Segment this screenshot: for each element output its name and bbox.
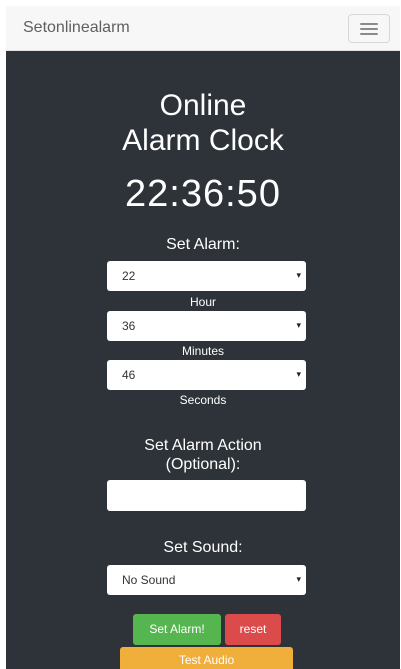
hamburger-menu-icon	[360, 28, 378, 30]
set-alarm-label: Set Alarm:	[166, 236, 240, 253]
hamburger-menu-icon	[360, 23, 378, 25]
chevron-down-icon: ▾	[296, 574, 301, 584]
chevron-down-icon: ▾	[296, 270, 301, 280]
sound-value: No Sound	[122, 573, 176, 587]
alarm-action-label: Set Alarm Action (Optional):	[6, 436, 400, 474]
sound-select[interactable]: No Sound ▾	[107, 565, 306, 595]
chevron-down-icon: ▾	[296, 320, 301, 330]
hour-select[interactable]: 22 ▾	[107, 261, 306, 291]
alarm-action-label-line-1: Set Alarm Action	[144, 437, 262, 454]
navbar: Setonlinealarm	[6, 6, 400, 51]
hour-value: 22	[122, 269, 136, 283]
menu-toggle-button[interactable]	[348, 14, 390, 43]
minutes-value: 36	[122, 319, 136, 333]
alarm-action-input[interactable]	[107, 480, 306, 511]
seconds-value: 46	[122, 368, 136, 382]
seconds-label: Seconds	[179, 393, 227, 407]
hamburger-menu-icon	[360, 33, 378, 35]
brand-link[interactable]: Setonlinealarm	[23, 18, 130, 38]
title-line-1: Online	[159, 89, 247, 122]
title-line-2: Alarm Clock	[122, 124, 284, 157]
alarm-action-label-line-2: (Optional):	[165, 456, 241, 473]
minutes-select[interactable]: 36 ▾	[107, 311, 306, 341]
page-title: Online Alarm Clock	[6, 88, 400, 158]
set-alarm-button[interactable]: Set Alarm!	[133, 614, 221, 645]
main-panel: Online Alarm Clock 22:36:50 Set Alarm: 2…	[6, 51, 400, 669]
test-audio-button[interactable]: Test Audio	[120, 647, 293, 669]
minutes-label: Minutes	[181, 344, 225, 358]
set-sound-label: Set Sound:	[163, 539, 243, 556]
seconds-select[interactable]: 46 ▾	[107, 360, 306, 390]
hour-label: Hour	[189, 295, 216, 309]
chevron-down-icon: ▾	[296, 369, 301, 379]
app-frame: Setonlinealarm Online Alarm Clock 22:36:…	[6, 6, 400, 669]
current-time-display: 22:36:50	[125, 173, 281, 215]
reset-button[interactable]: reset	[225, 614, 281, 645]
